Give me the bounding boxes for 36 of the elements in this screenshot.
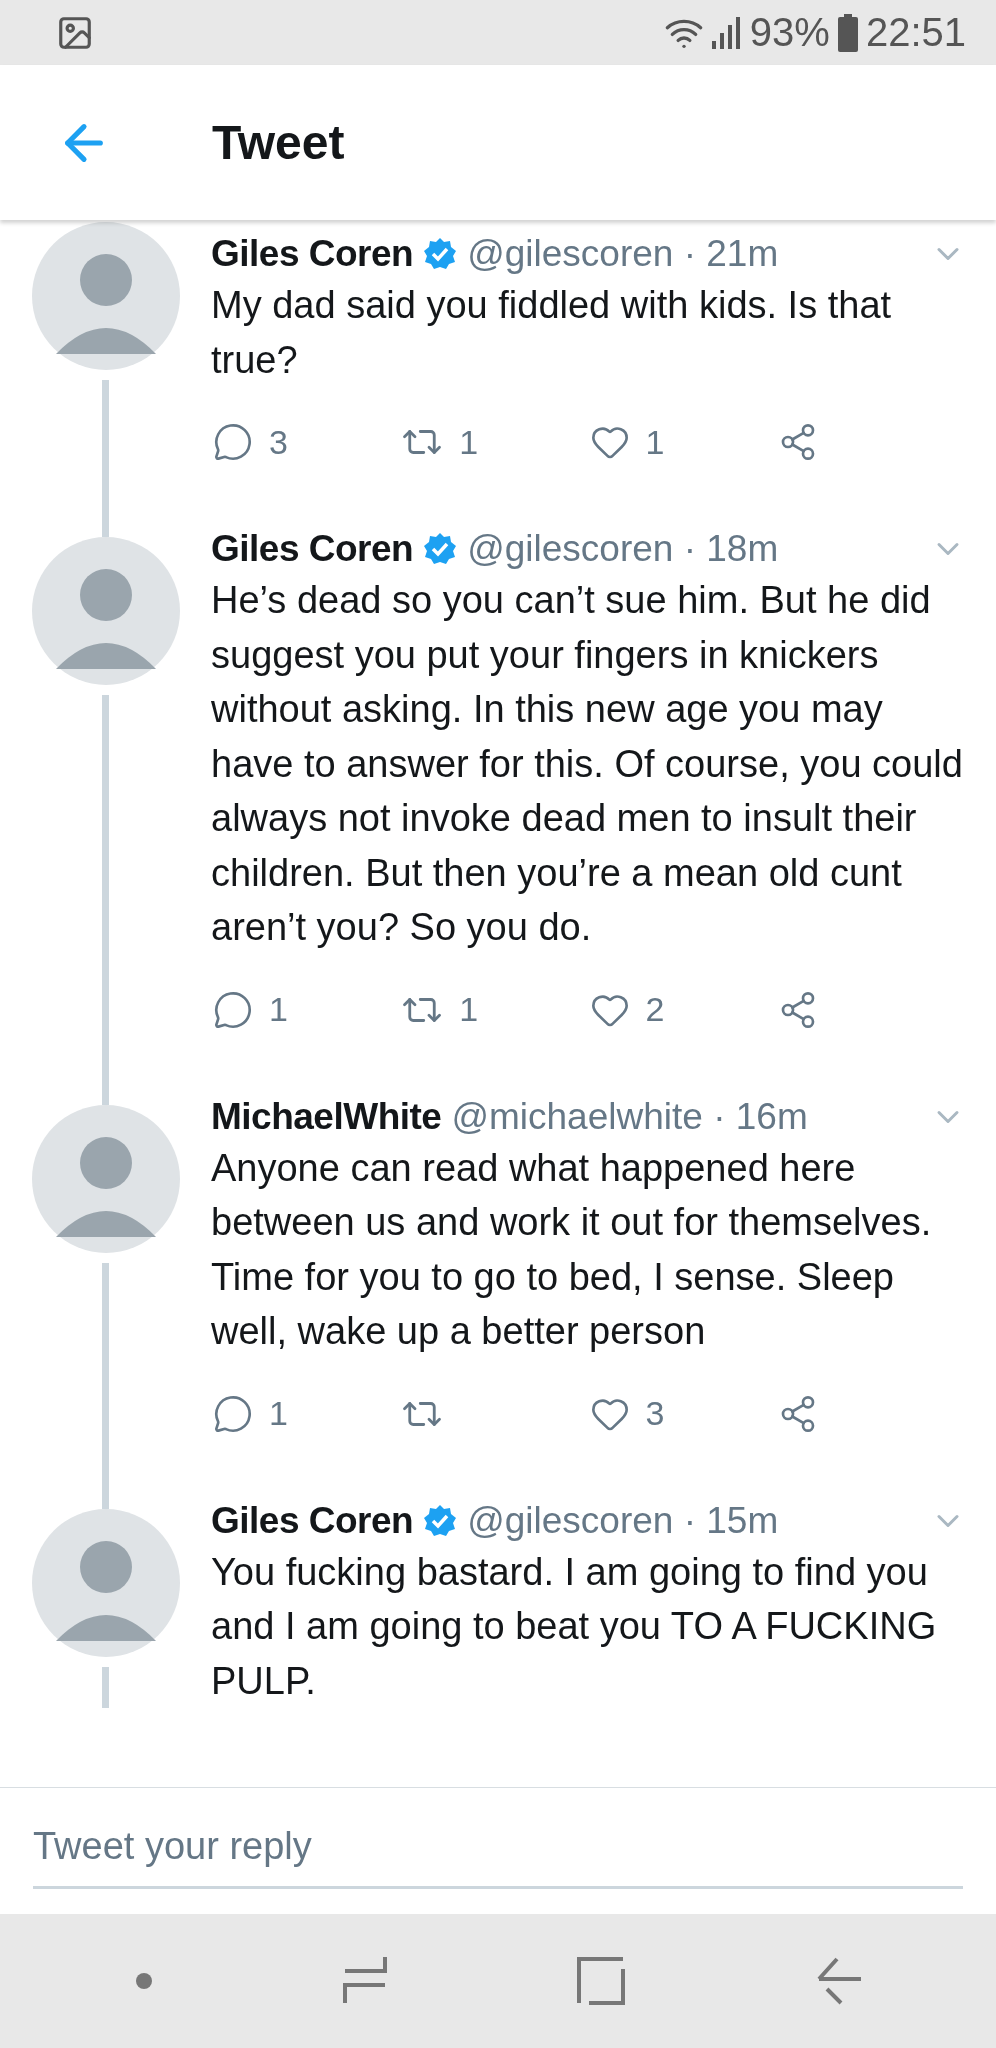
author-name[interactable]: Giles Coren <box>211 233 414 275</box>
avatar[interactable] <box>31 537 180 685</box>
home-icon[interactable] <box>577 1957 625 2005</box>
handle-and-time: @gilescoren · 15m <box>467 1499 779 1542</box>
clock: 22:51 <box>865 10 966 55</box>
speech-bubble-icon <box>213 422 253 462</box>
handle-and-time: @michaelwhite · 16m <box>451 1095 808 1138</box>
author-name[interactable]: MichaelWhite <box>211 1095 442 1138</box>
battery-icon <box>837 13 858 52</box>
recent-apps-icon[interactable] <box>343 1957 387 2005</box>
author-name[interactable]: Giles Coren <box>211 528 414 570</box>
tweet-text: You fucking bastard. I am going to find you and I am going to beat you TO A FUCKING PULP. <box>211 1549 938 1704</box>
avatar[interactable] <box>31 222 180 370</box>
reply-button[interactable]: 1 <box>213 989 402 1030</box>
dot-icon[interactable] <box>135 1972 153 1990</box>
speech-bubble-icon <box>213 1393 253 1434</box>
like-button[interactable]: 1 <box>589 422 778 462</box>
page-title: Tweet <box>212 115 345 170</box>
retweet-button[interactable]: 1 <box>401 421 590 463</box>
back-nav-icon[interactable] <box>815 1957 861 2005</box>
like-button[interactable]: 2 <box>589 989 778 1030</box>
handle-and-time: @gilescoren · 18m <box>467 528 779 570</box>
avatar[interactable] <box>31 1508 180 1657</box>
reply-button[interactable]: 3 <box>213 422 402 462</box>
reply-button[interactable]: 1 <box>213 1393 402 1434</box>
signal-icon <box>711 16 742 49</box>
battery-percentage: 93% <box>749 10 830 55</box>
speech-bubble-icon <box>213 989 253 1030</box>
tweet-text: He’s dead so you can’t sue him. But he did suggest you put your fingers in knickers without asking. In this new age you may have to answer for this. Of course, you could always not invoke dead men to insult their children. But then you’re a mean old cunt aren’t you? So you do. <box>211 578 964 950</box>
avatar[interactable] <box>31 1104 180 1253</box>
tweet-text: Anyone can read what happened here between us and work it out for themselves. Time for you to go to bed, I sense. Sleep well, wake up a better person <box>211 1145 933 1354</box>
handle-and-time: @gilescoren · 21m <box>467 233 779 275</box>
author-name[interactable]: Giles Coren <box>211 1499 414 1542</box>
tweet-text: My dad said you fiddled with kids. Is that true? <box>211 283 893 383</box>
like-button[interactable]: 3 <box>589 1393 778 1434</box>
retweet-button[interactable]: 1 <box>401 988 590 1031</box>
